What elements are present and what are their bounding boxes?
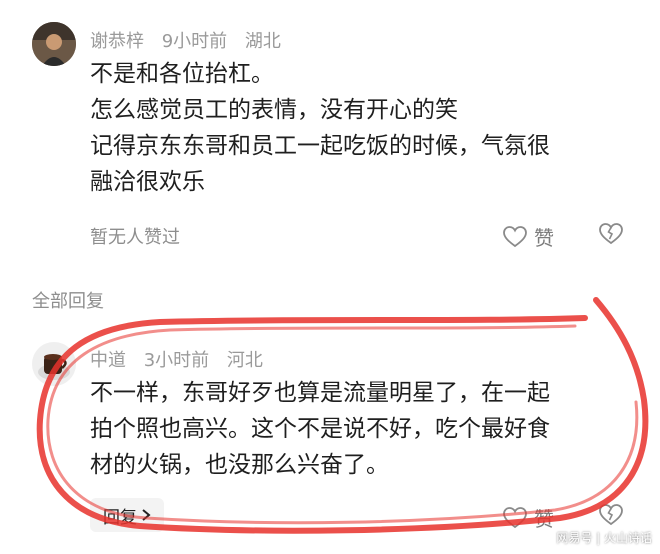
annotation-circle [36,297,649,534]
watermark: 网易号 | 火山诗话 [556,531,652,545]
